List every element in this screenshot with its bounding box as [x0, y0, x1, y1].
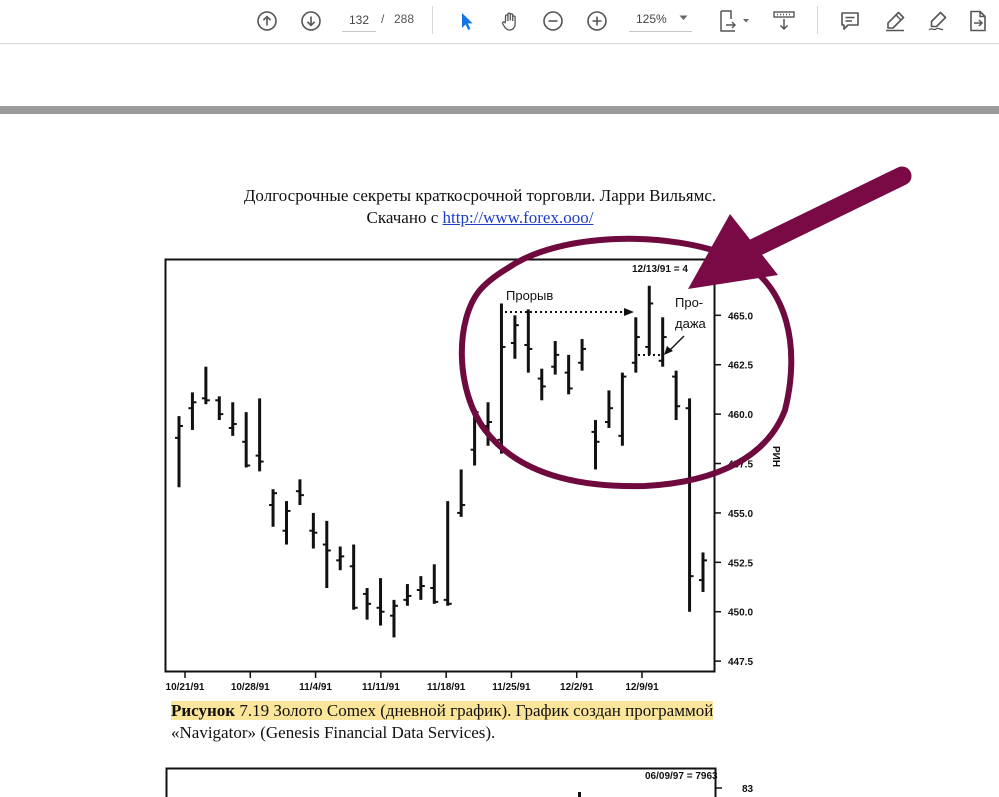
- ohlc-bar: [604, 390, 613, 428]
- ohlc-bar: [524, 309, 533, 373]
- x-axis-tick-label: 12/2/91: [560, 682, 594, 693]
- ohlc-bar: [591, 420, 600, 470]
- sell-label-line1: Про-: [675, 295, 703, 310]
- ohlc-bar: [578, 339, 587, 371]
- ohlc-bar: [376, 578, 385, 626]
- ohlc-bar: [389, 599, 398, 638]
- ohlc-bar: [699, 552, 707, 592]
- x-axis-tick-label: 11/25/91: [492, 682, 531, 693]
- sell-label-line2: дажа: [675, 316, 707, 331]
- y-axis-tick-label: 455.0: [728, 509, 753, 520]
- ohlc-bar: [430, 564, 439, 604]
- ohlc-bar: [322, 520, 331, 589]
- ohlc-bar: [403, 584, 412, 606]
- ohlc-bar: [363, 588, 372, 620]
- ohlc-bar: [497, 303, 506, 454]
- x-axis-tick-label: 11/18/91: [427, 682, 466, 693]
- y-axis-tick-label: 460.0: [728, 410, 753, 421]
- ohlc-bar: [618, 372, 627, 446]
- ohlc-bar: [645, 285, 654, 355]
- x-axis-tick-label: 12/9/91: [625, 682, 659, 693]
- x-axis-tick-label: 11/4/91: [299, 682, 332, 693]
- ohlc-bar: [631, 317, 640, 373]
- ohlc-bar: [537, 368, 546, 401]
- x-axis-tick-label: 10/28/91: [231, 682, 270, 693]
- ohlc-bar: [416, 576, 425, 600]
- ohlc-bar: [215, 396, 224, 421]
- next-chart-date-stamp: 06/09/97 = 7963: [645, 771, 718, 782]
- y-axis-tick-label: 452.5: [728, 558, 753, 569]
- caption-text: 7.19 Золото Comex (дневной график). Граф…: [235, 701, 714, 720]
- caption-bold: Рисунок: [171, 701, 236, 720]
- y-axis-tick-label: 465.0: [728, 311, 753, 322]
- y-axis-tick-label: 447.5: [728, 657, 753, 668]
- y-axis-side-label: РИН: [770, 446, 781, 467]
- chart-date-stamp: 12/13/91 = 4: [632, 264, 688, 275]
- ohlc-bar: [255, 398, 264, 472]
- y-axis-tick-label: 462.5: [728, 361, 753, 372]
- breakout-label: Прорыв: [506, 288, 553, 303]
- ohlc-bar: [295, 479, 304, 506]
- caption-line2: «Navigator» (Genesis Financial Data Serv…: [171, 723, 496, 742]
- ohlc-bar: [242, 412, 251, 468]
- ohlc-bar: [685, 398, 694, 612]
- ohlc-bar: [443, 501, 452, 606]
- next-chart-bar: [578, 792, 581, 797]
- ohlc-bar: [309, 512, 318, 549]
- ohlc-bar: [510, 315, 519, 359]
- sell-arrowhead: [664, 346, 673, 355]
- ohlc-bar: [269, 489, 278, 527]
- ohlc-bar: [282, 501, 291, 545]
- gold-daily-chart: 06/09/97 = 7963 83 465.0462.5460.0457.54…: [164, 166, 912, 797]
- highlight-arrow-shaft: [732, 166, 912, 264]
- sell-arrow-line: [669, 335, 685, 351]
- ohlc-bar: [201, 366, 210, 405]
- ohlc-bar: [551, 341, 560, 375]
- breakout-arrowhead: [624, 308, 634, 316]
- caption-highlight: Рисунок 7.19 Золото Comex (дневной графи…: [171, 701, 714, 720]
- figure-caption: Рисунок 7.19 Золото Comex (дневной графи…: [171, 700, 811, 744]
- ohlc-bar: [564, 354, 573, 395]
- x-axis-tick-label: 11/11/91: [362, 682, 400, 693]
- y-axis-tick-label: 450.0: [728, 608, 753, 619]
- ohlc-bar: [672, 370, 681, 421]
- ohlc-bar: [457, 469, 466, 517]
- ohlc-bar: [228, 402, 237, 436]
- ohlc-bar: [336, 546, 345, 571]
- x-axis-tick-label: 10/21/91: [166, 682, 205, 693]
- ohlc-bar: [658, 317, 667, 367]
- next-chart-frame: [165, 767, 717, 797]
- ohlc-bar: [188, 392, 197, 430]
- ohlc-bar: [175, 416, 183, 488]
- next-chart-y-tick-label: 83: [742, 784, 754, 795]
- ohlc-bar: [349, 544, 358, 610]
